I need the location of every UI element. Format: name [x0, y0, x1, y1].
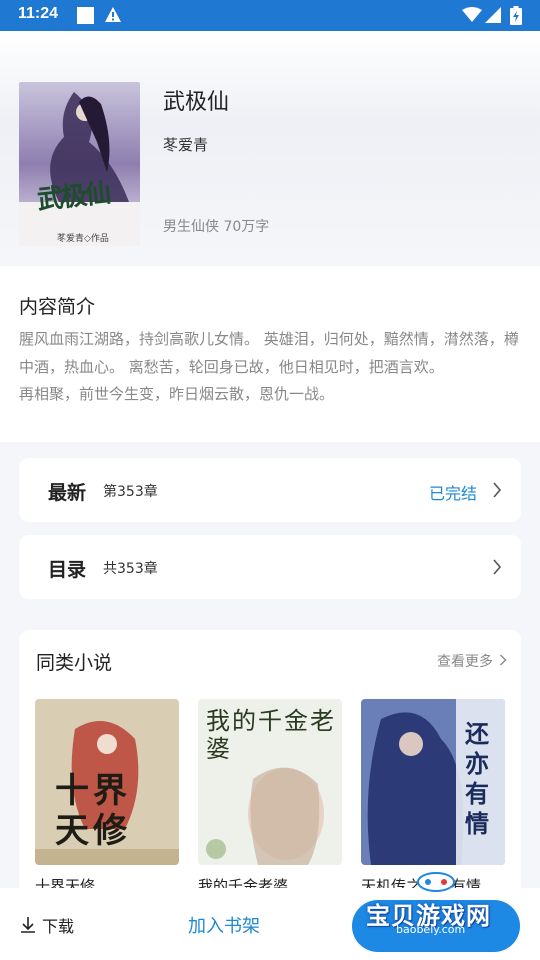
add-to-shelf-button[interactable]: 加入书架	[188, 912, 260, 938]
status-time: 11:24	[18, 5, 59, 22]
book-title: 武极仙	[163, 90, 230, 115]
download-button[interactable]: 下载	[10, 898, 90, 948]
watermark-url: baobeiy.com	[396, 923, 466, 936]
intro-section: 内容简介 腥风血雨江湖路，持剑高歌儿女情。 英雄泪，归何处，黯然情，潸然落，樽中…	[0, 266, 540, 442]
site-watermark: 宝贝游戏网 baobeiy.com	[356, 868, 536, 940]
similar-book-item[interactable]: 我的千金老婆 我的千金老婆	[198, 699, 342, 896]
cover-title-text: 十界天修	[55, 771, 131, 851]
status-bar: 11:24	[0, 0, 540, 31]
chevron-right-icon	[493, 559, 502, 575]
book-cover-art	[19, 82, 140, 246]
catalog-label: 目录	[48, 559, 87, 581]
book-author[interactable]: 苳爱青	[163, 134, 208, 155]
cover-caption: 苳爱青◇作品	[57, 234, 109, 244]
cover-title-text: 还亦有情	[465, 719, 489, 838]
intro-heading: 内容简介	[19, 296, 96, 318]
similar-heading: 同类小说	[36, 652, 113, 674]
book-cover[interactable]: 武极仙 苳爱青◇作品	[19, 82, 140, 246]
completion-status: 已完结	[428, 484, 477, 503]
book-meta: 男生仙侠 70万字	[163, 219, 270, 235]
similar-book-item[interactable]: 还亦有情 天机传之还亦有情	[361, 699, 505, 896]
cover-title-text: 我的千金老婆	[206, 707, 336, 763]
chevron-right-icon[interactable]	[499, 654, 507, 666]
wifi-icon	[462, 7, 482, 22]
warning-icon	[105, 7, 121, 22]
download-icon	[21, 917, 35, 933]
signal-icon	[485, 7, 501, 23]
similar-book-cover[interactable]: 还亦有情	[361, 699, 505, 865]
download-label: 下载	[42, 917, 75, 936]
notification-icon	[77, 7, 94, 24]
cover-title-text: 武极仙	[35, 178, 111, 216]
similar-book-item[interactable]: 十界天修 十界天修	[35, 699, 179, 896]
latest-label: 最新	[48, 482, 87, 504]
catalog-card[interactable]: 目录 共353章	[19, 535, 521, 599]
chevron-right-icon	[493, 482, 502, 498]
battery-icon	[510, 6, 522, 25]
latest-chapter: 第353章	[103, 484, 158, 500]
latest-chapter-card[interactable]: 最新 第353章 已完结	[19, 458, 521, 522]
catalog-count: 共353章	[103, 561, 158, 577]
see-more-link[interactable]: 查看更多	[437, 651, 493, 671]
intro-text: 腥风血雨江湖路，持剑高歌儿女情。 英雄泪，归何处，黯然情，潸然落，樽中酒，热血心…	[19, 330, 519, 403]
similar-book-cover[interactable]: 我的千金老婆	[198, 699, 342, 865]
similar-book-cover[interactable]: 十界天修	[35, 699, 179, 865]
